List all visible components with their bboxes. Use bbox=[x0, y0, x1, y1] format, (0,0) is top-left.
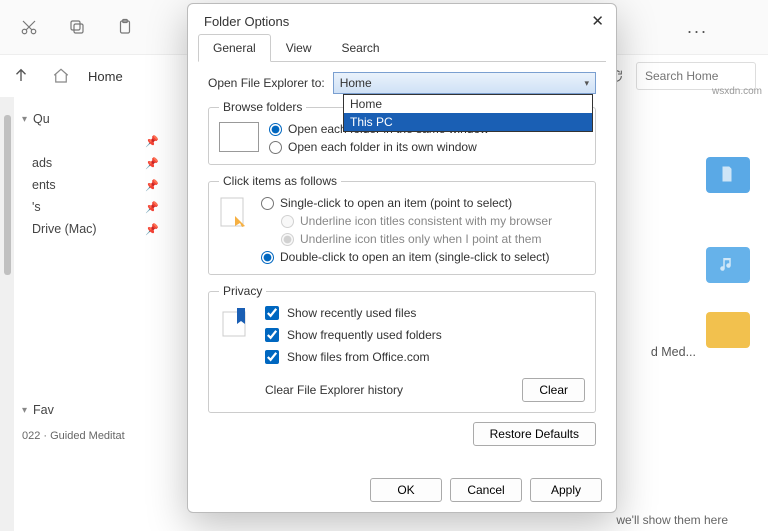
home-icon[interactable] bbox=[52, 67, 70, 85]
tab-bar: General View Search bbox=[198, 34, 606, 62]
radio-single-click[interactable]: Single-click to open an item (point to s… bbox=[261, 196, 585, 210]
open-explorer-combobox[interactable]: Home ▾ bbox=[333, 72, 596, 94]
browse-thumbnail bbox=[219, 122, 259, 152]
item-label: d Med... bbox=[651, 345, 696, 359]
pin-icon: 📌 bbox=[145, 223, 159, 236]
clear-history-label: Clear File Explorer history bbox=[265, 383, 403, 397]
clear-button[interactable]: Clear bbox=[522, 378, 585, 402]
checkbox-frequent-folders[interactable]: Show frequently used folders bbox=[265, 328, 585, 342]
combobox-value: Home bbox=[340, 76, 372, 90]
radio-underline-point: Underline icon titles only when I point … bbox=[281, 232, 585, 246]
breadcrumb-home[interactable]: Home bbox=[88, 69, 123, 84]
watermark: wsxdn.com bbox=[712, 86, 762, 97]
browse-legend: Browse folders bbox=[219, 100, 306, 114]
close-icon[interactable]: ✕ bbox=[591, 12, 604, 30]
radio-underline-browser: Underline icon titles consistent with my… bbox=[281, 214, 585, 228]
privacy-legend: Privacy bbox=[219, 284, 266, 298]
open-explorer-label: Open File Explorer to: bbox=[208, 76, 325, 90]
chevron-down-icon: ▾ bbox=[584, 78, 589, 89]
dialog-buttons: OK Cancel Apply bbox=[188, 470, 616, 512]
combobox-dropdown: Home This PC bbox=[343, 94, 593, 132]
sidebar-group-quick[interactable]: ▾ Qu bbox=[22, 109, 161, 129]
paste-icon[interactable] bbox=[116, 18, 134, 36]
ok-button[interactable]: OK bbox=[370, 478, 442, 502]
sidebar-scrollbar[interactable] bbox=[0, 97, 14, 531]
checkbox-office-files[interactable]: Show files from Office.com bbox=[265, 350, 585, 364]
click-icon bbox=[219, 196, 251, 232]
sidebar-item[interactable]: 's📌 bbox=[22, 196, 161, 218]
chevron-down-icon: ▾ bbox=[22, 405, 27, 416]
dialog-titlebar: Folder Options ✕ bbox=[188, 4, 616, 34]
content-hint: we'll show them here bbox=[616, 513, 728, 527]
cut-icon[interactable] bbox=[20, 18, 38, 36]
restore-defaults-button[interactable]: Restore Defaults bbox=[473, 422, 596, 446]
chevron-down-icon: ▾ bbox=[22, 114, 27, 125]
pin-icon: 📌 bbox=[145, 135, 159, 148]
folder-generic[interactable] bbox=[706, 312, 750, 348]
sidebar-label: Fav bbox=[33, 403, 54, 417]
click-items-group: Click items as follows Single-click to o… bbox=[208, 174, 596, 275]
scrollbar-thumb[interactable] bbox=[4, 115, 11, 275]
dropdown-option-home[interactable]: Home bbox=[344, 95, 592, 113]
dropdown-option-thispc[interactable]: This PC bbox=[344, 113, 592, 131]
sidebar-footer: 022 · Guided Meditat bbox=[22, 430, 161, 442]
apply-button[interactable]: Apply bbox=[530, 478, 602, 502]
sidebar-item[interactable]: ents📌 bbox=[22, 174, 161, 196]
sidebar-group-fav[interactable]: ▾ Fav bbox=[22, 400, 161, 420]
up-icon[interactable] bbox=[12, 66, 32, 86]
sidebar-item[interactable]: ads📌 bbox=[22, 152, 161, 174]
pin-icon: 📌 bbox=[145, 179, 159, 192]
sidebar-label: Qu bbox=[33, 112, 50, 126]
radio-double-click[interactable]: Double-click to open an item (single-cli… bbox=[261, 250, 585, 264]
folder-music[interactable] bbox=[706, 247, 750, 283]
radio-own-window[interactable]: Open each folder in its own window bbox=[269, 140, 585, 154]
dialog-title: Folder Options bbox=[204, 14, 289, 29]
pin-icon: 📌 bbox=[145, 201, 159, 214]
sidebar-item[interactable]: Drive (Mac)📌 bbox=[22, 218, 161, 240]
tab-search[interactable]: Search bbox=[327, 34, 395, 61]
dialog-body: Open File Explorer to: Home ▾ Home This … bbox=[188, 62, 616, 470]
cancel-button[interactable]: Cancel bbox=[450, 478, 522, 502]
checkbox-recent-files[interactable]: Show recently used files bbox=[265, 306, 585, 320]
folder-documents[interactable] bbox=[706, 157, 750, 193]
tab-general[interactable]: General bbox=[198, 34, 271, 62]
folder-options-dialog: Folder Options ✕ General View Search Ope… bbox=[187, 3, 617, 513]
pin-icon: 📌 bbox=[145, 157, 159, 170]
sidebar-item[interactable]: 📌 bbox=[22, 131, 161, 152]
tab-view[interactable]: View bbox=[271, 34, 327, 61]
privacy-icon bbox=[219, 306, 253, 340]
sidebar: ▾ Qu 📌 ads📌 ents📌 's📌 Drive (Mac)📌 ▾ Fav 0… bbox=[14, 97, 169, 531]
copy-icon[interactable] bbox=[68, 18, 86, 36]
click-legend: Click items as follows bbox=[219, 174, 341, 188]
more-button[interactable]: ... bbox=[687, 17, 708, 38]
privacy-group: Privacy Show recently used files Show fr… bbox=[208, 284, 596, 413]
